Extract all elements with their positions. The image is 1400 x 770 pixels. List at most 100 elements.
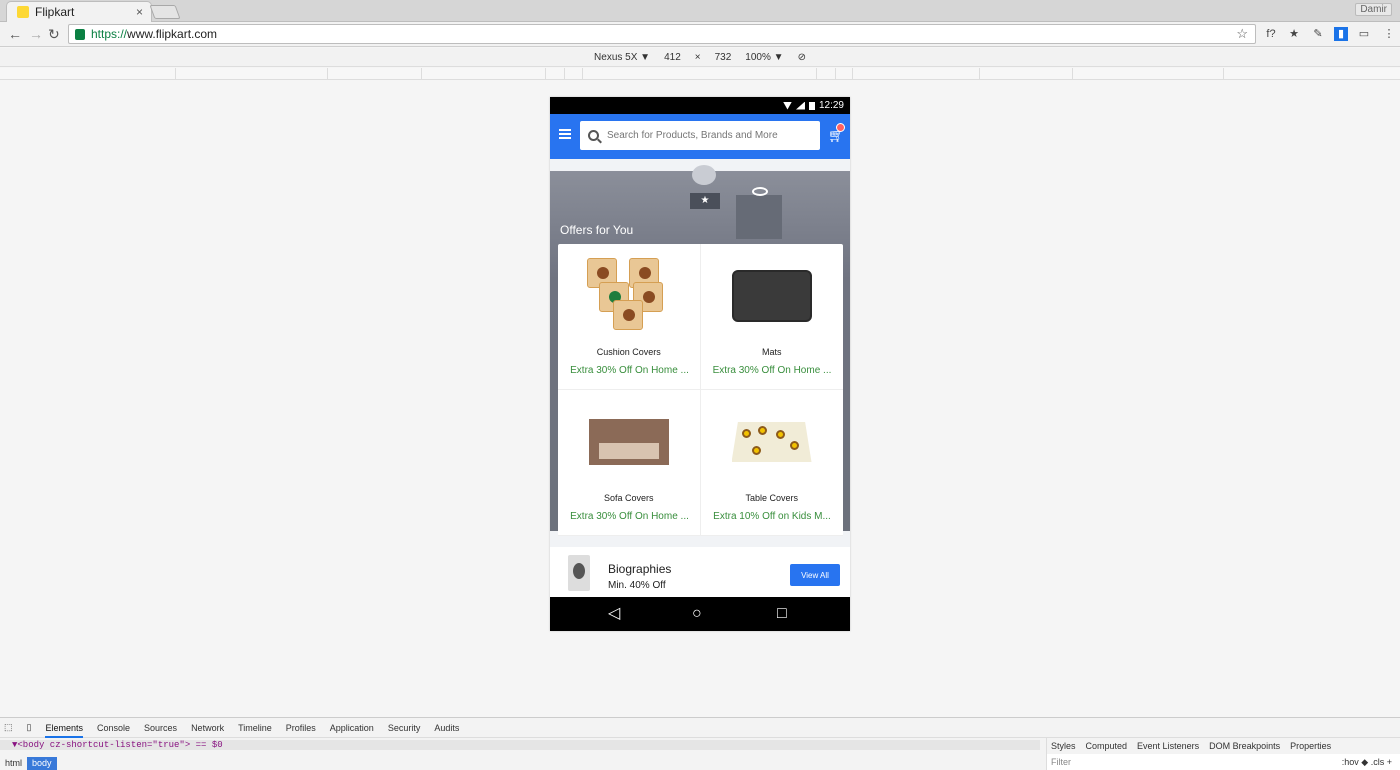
device-toolbar: Nexus 5X ▼ 412 × 732 100% ▼ ⊘ bbox=[0, 48, 1400, 67]
lock-icon bbox=[75, 28, 85, 40]
bio-title: Biographies bbox=[608, 562, 672, 576]
device-height-input[interactable]: 732 bbox=[715, 52, 732, 63]
offer-name: Table Covers bbox=[745, 493, 799, 503]
fquery-icon[interactable]: f? bbox=[1264, 27, 1278, 41]
pen-icon[interactable]: ✎ bbox=[1311, 27, 1325, 41]
extension-star-icon[interactable]: ★ bbox=[1287, 27, 1301, 41]
offer-name: Sofa Covers bbox=[603, 493, 654, 503]
browser-tab[interactable]: Flipkart × bbox=[6, 1, 152, 22]
offer-discount: Extra 30% Off On Home ... bbox=[712, 365, 832, 376]
bio-subtitle: Min. 40% Off bbox=[608, 580, 666, 591]
inspect-icon[interactable]: ⬚ bbox=[4, 722, 13, 733]
devtools-tabbar: ⬚ ▯ Elements Console Sources Network Tim… bbox=[0, 718, 1400, 738]
dimension-separator: × bbox=[694, 51, 701, 63]
address-bar[interactable]: https:// www.flipkart.com ☆ bbox=[68, 24, 1256, 44]
recents-square-icon[interactable]: □ bbox=[777, 606, 787, 622]
devtools-breadcrumb: html body bbox=[0, 757, 57, 770]
zoom-select[interactable]: 100% ▼ bbox=[745, 52, 783, 63]
crumb-body[interactable]: body bbox=[27, 757, 57, 770]
search-box[interactable] bbox=[580, 121, 820, 150]
gift-box-icon bbox=[736, 195, 782, 239]
browser-tabstrip: Flipkart × Damir bbox=[0, 0, 1400, 22]
table-cover-image bbox=[730, 404, 814, 478]
url-scheme: https:// bbox=[91, 27, 128, 41]
view-all-button[interactable]: View All bbox=[790, 564, 840, 586]
cart-badge bbox=[836, 123, 845, 132]
offer-discount: Extra 30% Off On Home ... bbox=[570, 365, 689, 376]
devtools-tab-console[interactable]: Console bbox=[97, 718, 130, 738]
back-icon[interactable]: ← bbox=[8, 26, 22, 42]
dom-tree-line[interactable]: ▼<body cz-shortcut-listen="true"> == $0 bbox=[0, 740, 1040, 750]
devtools-tab-application[interactable]: Application bbox=[330, 718, 374, 738]
devtools-tab-network[interactable]: Network bbox=[191, 718, 224, 738]
book-cover-image bbox=[568, 555, 590, 591]
mat-image bbox=[730, 258, 814, 332]
devtools-tab-timeline[interactable]: Timeline bbox=[238, 718, 272, 738]
signal-icon bbox=[795, 101, 805, 110]
devtools-tab-profiles[interactable]: Profiles bbox=[286, 718, 316, 738]
device-width-input[interactable]: 412 bbox=[664, 52, 681, 63]
event-listeners-tab[interactable]: Event Listeners bbox=[1137, 741, 1199, 751]
dom-breakpoints-tab[interactable]: DOM Breakpoints bbox=[1209, 741, 1280, 751]
offer-card-sofa-covers[interactable]: Sofa Covers Extra 30% Off On Home ... bbox=[558, 390, 701, 536]
back-triangle-icon[interactable]: ◁ bbox=[608, 606, 620, 622]
style-filter-tools[interactable]: :hov ◆ .cls + bbox=[1342, 754, 1392, 770]
offer-grid: Cushion Covers Extra 30% Off On Home ...… bbox=[558, 244, 843, 536]
mobile-screen: 12:29 🛒︎ ★ Offers for You bbox=[550, 97, 850, 631]
devtools-panel: ⬚ ▯ Elements Console Sources Network Tim… bbox=[0, 717, 1400, 770]
new-tab-button[interactable] bbox=[149, 5, 181, 19]
url-host: www.flipkart.com bbox=[127, 27, 218, 41]
computed-tab[interactable]: Computed bbox=[1086, 741, 1128, 751]
android-nav-bar: ◁ ○ □ bbox=[550, 597, 850, 631]
device-toggle-icon[interactable]: ▯ bbox=[27, 722, 32, 733]
rotate-icon[interactable]: ⊘ bbox=[798, 52, 806, 63]
sofa-cover-image bbox=[587, 404, 671, 478]
tab-title: Flipkart bbox=[35, 5, 75, 19]
offers-title: Offers for You bbox=[560, 223, 634, 237]
styles-tabbar: Styles Computed Event Listeners DOM Brea… bbox=[1046, 738, 1400, 755]
cushion-covers-image bbox=[587, 258, 671, 332]
offer-discount: Extra 10% Off on Kids M... bbox=[713, 511, 831, 522]
styles-tab[interactable]: Styles bbox=[1051, 741, 1076, 751]
balloon-icon bbox=[692, 165, 716, 185]
properties-tab[interactable]: Properties bbox=[1290, 741, 1331, 751]
battery-icon bbox=[808, 101, 815, 110]
media-query-ruler bbox=[0, 68, 1400, 80]
styles-filter-input[interactable]: Filter :hov ◆ .cls + bbox=[1046, 754, 1400, 770]
status-time: 12:29 bbox=[818, 100, 844, 111]
offers-section: ★ Offers for You Cushion Covers Extra 30… bbox=[550, 165, 850, 536]
devtools-tab-security[interactable]: Security bbox=[388, 718, 421, 738]
cast-icon[interactable]: ▭ bbox=[1357, 27, 1371, 41]
devtools-tab-audits[interactable]: Audits bbox=[434, 718, 459, 738]
forward-icon[interactable]: → bbox=[29, 26, 43, 42]
search-input[interactable] bbox=[607, 130, 807, 141]
flipkart-header: 🛒︎ bbox=[550, 114, 850, 159]
biographies-card[interactable]: Biographies Min. 40% Off View All bbox=[550, 547, 850, 597]
devtools-tab-elements[interactable]: Elements bbox=[45, 718, 83, 738]
offer-name: Cushion Covers bbox=[596, 347, 661, 357]
wifi-icon bbox=[782, 101, 792, 110]
gift-bow-icon bbox=[752, 187, 768, 196]
menu-icon[interactable]: ⋮ bbox=[1382, 27, 1396, 41]
device-select[interactable]: Nexus 5X ▼ bbox=[594, 52, 650, 63]
tab-close-icon[interactable]: × bbox=[136, 5, 143, 19]
profile-button[interactable]: Damir bbox=[1355, 3, 1392, 16]
home-circle-icon[interactable]: ○ bbox=[692, 606, 702, 622]
reload-icon[interactable]: ↻ bbox=[48, 26, 60, 43]
flipkart-favicon-icon bbox=[17, 6, 29, 18]
offer-card-mats[interactable]: Mats Extra 30% Off On Home ... bbox=[700, 244, 843, 390]
devtools-tab-sources[interactable]: Sources bbox=[144, 718, 177, 738]
offer-card-cushion-covers[interactable]: Cushion Covers Extra 30% Off On Home ... bbox=[558, 244, 701, 390]
browser-toolbar: ← → ↻ https:// www.flipkart.com ☆ f? ★ ✎… bbox=[0, 22, 1400, 47]
crumb-html[interactable]: html bbox=[0, 757, 27, 770]
hamburger-menu-icon[interactable] bbox=[559, 129, 571, 139]
chart-icon[interactable]: ▮ bbox=[1334, 27, 1348, 41]
device-viewport: 12:29 🛒︎ ★ Offers for You bbox=[0, 81, 1400, 717]
offer-discount: Extra 30% Off On Home ... bbox=[570, 511, 689, 522]
ticket-icon: ★ bbox=[690, 193, 720, 209]
android-status-bar: 12:29 bbox=[550, 97, 850, 114]
bookmark-star-icon[interactable]: ☆ bbox=[1236, 26, 1248, 42]
offer-name: Mats bbox=[761, 347, 782, 357]
search-icon bbox=[588, 130, 599, 141]
offer-card-table-covers[interactable]: Table Covers Extra 10% Off on Kids M... bbox=[700, 390, 843, 536]
